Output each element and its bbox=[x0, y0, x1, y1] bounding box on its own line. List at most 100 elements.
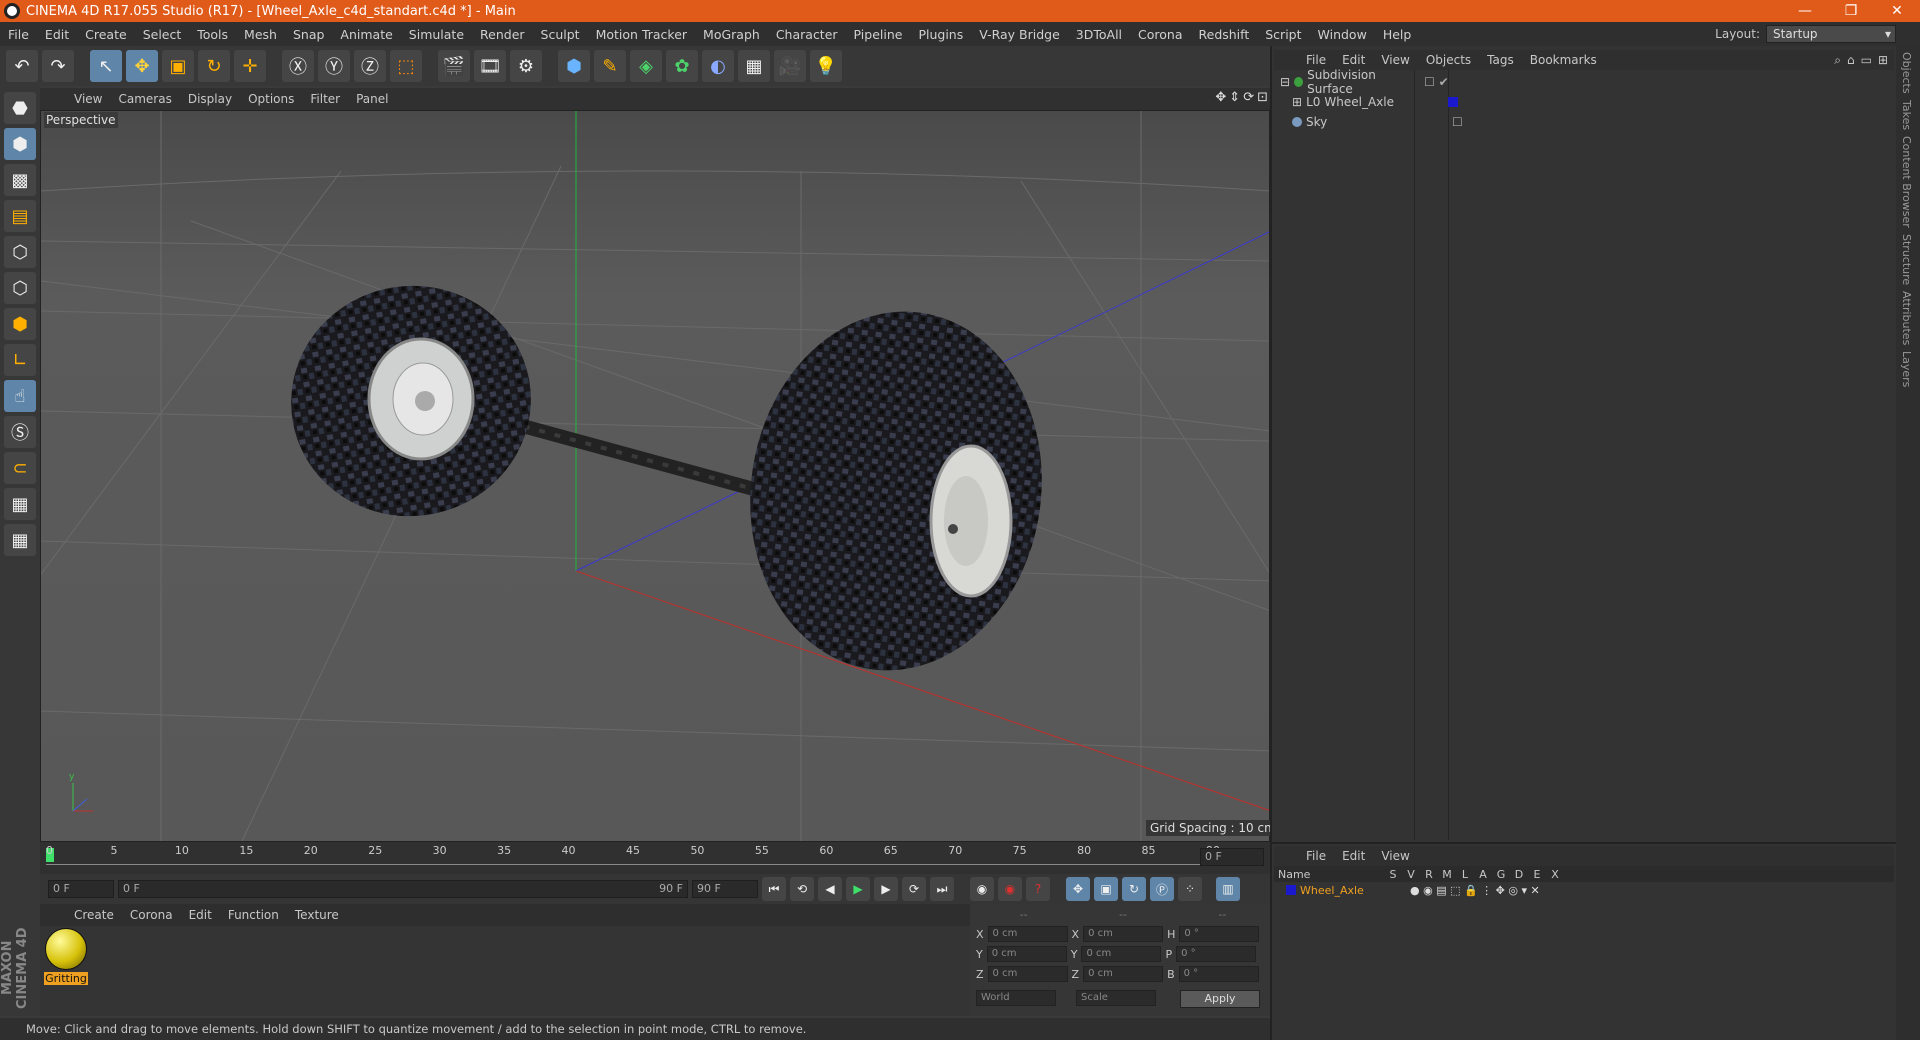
minimize-icon[interactable]: — bbox=[1782, 3, 1828, 19]
layer-menu-view[interactable]: View bbox=[1373, 849, 1417, 863]
snap-icon[interactable]: Ⓢ bbox=[4, 416, 36, 448]
object-menu-objects[interactable]: Objects bbox=[1418, 53, 1479, 67]
viewport-menu-filter[interactable]: Filter bbox=[302, 92, 348, 106]
pan-icon[interactable]: ✥ bbox=[1215, 90, 1226, 105]
layer-col-m[interactable]: M bbox=[1438, 868, 1456, 881]
move-tool-icon[interactable]: ✥ bbox=[126, 50, 158, 82]
new-window-icon[interactable]: ▭ bbox=[1861, 53, 1872, 68]
object-menu-edit[interactable]: Edit bbox=[1334, 53, 1373, 67]
key-scale-icon[interactable]: ▣ bbox=[1094, 877, 1118, 901]
cube-icon[interactable]: ⬢ bbox=[558, 50, 590, 82]
menu-animate[interactable]: Animate bbox=[332, 27, 400, 42]
menu-tools[interactable]: Tools bbox=[189, 27, 236, 42]
keyframe-selection-icon[interactable]: ? bbox=[1026, 877, 1050, 901]
search-icon[interactable]: ⌕ bbox=[1834, 53, 1841, 68]
menu-redshift[interactable]: Redshift bbox=[1191, 27, 1258, 42]
layer-col-r[interactable]: R bbox=[1420, 868, 1438, 881]
position-z-field[interactable]: 0 cm bbox=[987, 966, 1068, 982]
position-y-field[interactable]: 0 cm bbox=[986, 946, 1067, 962]
layer-menu-file[interactable]: File bbox=[1298, 849, 1334, 863]
viewport-menu-cameras[interactable]: Cameras bbox=[110, 92, 179, 106]
menu-help[interactable]: Help bbox=[1375, 27, 1420, 42]
layer-col-a[interactable]: A bbox=[1474, 868, 1492, 881]
menu-select[interactable]: Select bbox=[135, 27, 190, 42]
texture-tag-icon[interactable]: ☐ bbox=[1452, 115, 1463, 129]
points-mode-icon[interactable]: ⬡ bbox=[4, 236, 36, 268]
layer-row-wheel-axle[interactable]: Wheel_Axle ● ◉ ▤ ⬚ 🔒 ⋮ ✥ ◎ ▾ ✕ bbox=[1274, 882, 1894, 898]
menu-mesh[interactable]: Mesh bbox=[236, 27, 285, 42]
menu-snap[interactable]: Snap bbox=[285, 27, 332, 42]
object-menu-view[interactable]: View bbox=[1373, 53, 1417, 67]
go-to-end-icon[interactable]: ⏭ bbox=[930, 877, 954, 901]
layer-col-s[interactable]: S bbox=[1384, 868, 1402, 881]
float-icon[interactable]: ⊞ bbox=[1878, 53, 1888, 68]
y-axis-icon[interactable]: Ⓨ bbox=[318, 50, 350, 82]
tweak-mode-icon[interactable]: ☝ bbox=[4, 380, 36, 412]
dolly-icon[interactable]: ⇕ bbox=[1229, 90, 1240, 105]
record-keys-icon[interactable]: ◉ bbox=[970, 877, 994, 901]
undo-icon[interactable]: ↶ bbox=[6, 50, 38, 82]
layer-col-e[interactable]: E bbox=[1528, 868, 1546, 881]
key-pla-icon[interactable]: ⁘ bbox=[1178, 877, 1202, 901]
polygons-mode-icon[interactable]: ⬢ bbox=[4, 308, 36, 340]
viewport-menu-options[interactable]: Options bbox=[240, 92, 302, 106]
layer-col-name[interactable]: Name bbox=[1274, 868, 1384, 881]
range-slider[interactable]: 0 F 90 F bbox=[118, 880, 688, 898]
rotation-p-field[interactable]: 0 ° bbox=[1176, 946, 1257, 962]
collapse-icon[interactable]: ⊟ bbox=[1280, 75, 1290, 89]
object-row-wheel-axle[interactable]: ⊞ L0 Wheel_Axle bbox=[1274, 92, 1894, 112]
3d-scene[interactable]: y bbox=[40, 110, 1270, 842]
texture-mode-icon[interactable]: ▩ bbox=[4, 164, 36, 196]
go-to-start-icon[interactable]: ⏮ bbox=[762, 877, 786, 901]
floor-icon[interactable]: ▦ bbox=[738, 50, 770, 82]
rotate-tool-icon[interactable]: ↻ bbox=[198, 50, 230, 82]
object-menu-tags[interactable]: Tags bbox=[1479, 53, 1522, 67]
layer-toggle-icons[interactable]: ● ◉ ▤ ⬚ 🔒 ⋮ ✥ ◎ ▾ ✕ bbox=[1410, 884, 1540, 897]
restore-icon[interactable]: ❐ bbox=[1828, 3, 1874, 19]
coordinate-system-icon[interactable]: ⬚ bbox=[390, 50, 422, 82]
size-z-field[interactable]: 0 cm bbox=[1083, 966, 1164, 982]
make-editable-icon[interactable]: ⬣ bbox=[4, 92, 36, 124]
viewport-menu-display[interactable]: Display bbox=[180, 92, 240, 106]
previous-frame-icon[interactable]: ◀ bbox=[818, 877, 842, 901]
current-frame-field[interactable]: 0 F bbox=[1200, 848, 1264, 866]
material-menu-corona[interactable]: Corona bbox=[122, 908, 181, 922]
axis-mode-icon[interactable]: ∟ bbox=[4, 344, 36, 376]
z-axis-icon[interactable]: Ⓩ bbox=[354, 50, 386, 82]
menu-mograph[interactable]: MoGraph bbox=[695, 27, 768, 42]
menu-plugins[interactable]: Plugins bbox=[910, 27, 971, 42]
object-menu-file[interactable]: File bbox=[1298, 53, 1334, 67]
autokey-icon[interactable]: ◉ bbox=[998, 877, 1022, 901]
menu-window[interactable]: Window bbox=[1310, 27, 1375, 42]
menu-v-ray-bridge[interactable]: V-Ray Bridge bbox=[971, 27, 1068, 42]
checkmark-icon[interactable]: ☐ ✔ bbox=[1424, 75, 1449, 89]
home-icon[interactable]: ⌂ bbox=[1847, 53, 1855, 68]
menu-character[interactable]: Character bbox=[768, 27, 846, 42]
edit-render-settings-icon[interactable]: ⚙ bbox=[510, 50, 542, 82]
coord-space-select[interactable]: World bbox=[976, 990, 1056, 1006]
scale-tool-icon[interactable]: ▣ bbox=[162, 50, 194, 82]
rotation-h-field[interactable]: 0 ° bbox=[1179, 926, 1260, 942]
transform-tool-icon[interactable]: ✛ bbox=[234, 50, 266, 82]
menu-file[interactable]: File bbox=[0, 27, 37, 42]
material-menu-texture[interactable]: Texture bbox=[287, 908, 347, 922]
layer-col-x[interactable]: X bbox=[1546, 868, 1564, 881]
menu-pipeline[interactable]: Pipeline bbox=[846, 27, 911, 42]
render-picture-viewer-icon[interactable]: 🎞 bbox=[474, 50, 506, 82]
array-icon[interactable]: ✿ bbox=[666, 50, 698, 82]
viewport-menu-view[interactable]: View bbox=[66, 92, 110, 106]
viewport-menu-panel[interactable]: Panel bbox=[348, 92, 396, 106]
size-x-field[interactable]: 0 cm bbox=[1083, 926, 1164, 942]
menu-edit[interactable]: Edit bbox=[37, 27, 77, 42]
key-rotation-icon[interactable]: ↻ bbox=[1122, 877, 1146, 901]
key-parameter-icon[interactable]: Ⓟ bbox=[1150, 877, 1174, 901]
start-frame-field[interactable]: 0 F bbox=[48, 880, 114, 898]
menu-corona[interactable]: Corona bbox=[1130, 27, 1190, 42]
x-axis-icon[interactable]: Ⓧ bbox=[282, 50, 314, 82]
side-tab-objects[interactable]: Objects bbox=[1900, 52, 1913, 94]
material-menu-create[interactable]: Create bbox=[66, 908, 122, 922]
deformer-icon[interactable]: ◐ bbox=[702, 50, 734, 82]
close-icon[interactable]: ✕ bbox=[1874, 3, 1920, 19]
redo-icon[interactable]: ↷ bbox=[42, 50, 74, 82]
camera-icon[interactable]: 🎥 bbox=[774, 50, 806, 82]
